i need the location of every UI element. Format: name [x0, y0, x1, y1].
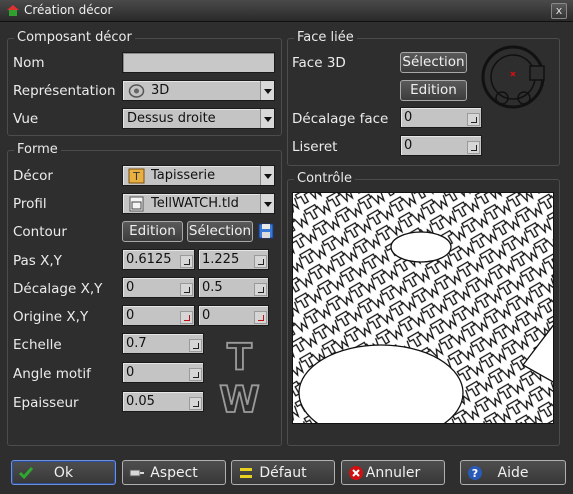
svg-text:W: W: [219, 378, 259, 419]
decalage-face-value: 0: [404, 110, 413, 125]
tapisserie-icon: T: [128, 168, 145, 184]
aspect-button[interactable]: Aspect: [122, 460, 226, 485]
decalage-y-value: 0.5: [202, 280, 223, 295]
chevron-down-icon[interactable]: [260, 194, 274, 213]
preview-pattern: [293, 193, 553, 423]
logo-letter-w: W: [219, 378, 259, 419]
app-icon: [7, 5, 19, 16]
face3d-label: Face 3D: [292, 55, 346, 71]
origine-x-value: 0: [126, 308, 135, 323]
expand-icon[interactable]: [180, 283, 193, 296]
expand-icon[interactable]: [254, 255, 267, 268]
face-preview-icon: [481, 45, 545, 109]
angle-label: Angle motif: [13, 366, 91, 382]
decalage-xy-label: Décalage X,Y: [13, 281, 103, 297]
chevron-down-icon[interactable]: [260, 166, 274, 185]
expand-icon[interactable]: [467, 141, 480, 154]
face-edition-button[interactable]: Edition: [400, 80, 467, 101]
representation-select[interactable]: 3D: [122, 80, 275, 101]
chevron-down-icon[interactable]: [260, 109, 274, 128]
svg-text:T: T: [227, 336, 252, 379]
expand-icon[interactable]: [254, 311, 267, 324]
liseret-value: 0: [404, 138, 413, 153]
epaisseur-label: Epaisseur: [13, 395, 79, 411]
angle-value: 0: [126, 365, 135, 380]
forme-legend: Forme: [14, 142, 61, 158]
profil-select[interactable]: TellWATCH.tld: [122, 193, 275, 214]
vue-label: Vue: [13, 111, 39, 127]
angle-input[interactable]: 0: [122, 362, 204, 383]
chevron-down-icon[interactable]: [260, 81, 274, 100]
save-icon[interactable]: [258, 223, 274, 239]
liseret-input[interactable]: 0: [400, 135, 482, 156]
window-title: Création décor: [24, 3, 113, 17]
expand-icon[interactable]: [254, 283, 267, 296]
expand-icon[interactable]: [180, 311, 193, 324]
pas-x-input[interactable]: 0.6125: [122, 249, 195, 270]
pas-x-value: 0.6125: [126, 252, 172, 267]
decalage-y-input[interactable]: 0.5: [198, 277, 269, 298]
origine-y-value: 0: [202, 308, 211, 323]
ok-label: Ok: [53, 465, 74, 481]
nom-input[interactable]: [122, 52, 275, 73]
pas-label: Pas X,Y: [13, 253, 62, 269]
profil-label: Profil: [13, 196, 47, 212]
epaisseur-value: 0.05: [126, 394, 155, 409]
logo-letter-t: T: [227, 336, 252, 379]
decalage-x-value: 0: [126, 280, 135, 295]
profil-icon: [129, 196, 144, 212]
aide-label: Aide: [497, 465, 529, 481]
decor-preview: [292, 192, 554, 424]
defaut-label: Défaut: [259, 465, 307, 481]
pas-y-input[interactable]: 1.225: [198, 249, 269, 270]
close-icon[interactable]: x: [551, 3, 567, 19]
contour-label: Contour: [13, 224, 67, 240]
vue-select[interactable]: Dessus droite: [122, 108, 275, 129]
origine-label: Origine X,Y: [13, 309, 89, 325]
representation-value: 3D: [151, 83, 170, 98]
decor-label: Décor: [13, 168, 53, 184]
contour-edition-button[interactable]: Edition: [122, 221, 183, 242]
defaut-button[interactable]: Défaut: [231, 460, 335, 485]
profil-value: TellWATCH.tld: [151, 196, 239, 211]
origine-y-input[interactable]: 0: [198, 305, 269, 326]
contour-selection-button[interactable]: Sélection: [187, 221, 253, 242]
decalage-face-label: Décalage face: [292, 111, 389, 127]
decalage-x-input[interactable]: 0: [122, 277, 195, 298]
pas-y-value: 1.225: [202, 252, 240, 267]
composant-legend: Composant décor: [14, 30, 135, 46]
3d-icon: [128, 84, 145, 98]
echelle-input[interactable]: 0.7: [122, 333, 204, 354]
decalage-face-input[interactable]: 0: [400, 107, 482, 128]
origine-x-input[interactable]: 0: [122, 305, 195, 326]
ok-button[interactable]: Ok: [11, 460, 116, 485]
expand-icon[interactable]: [180, 255, 193, 268]
aide-button[interactable]: ? Aide: [460, 460, 566, 485]
nom-label: Nom: [13, 55, 45, 71]
epaisseur-input[interactable]: 0.05: [122, 391, 204, 412]
annuler-label: Annuler: [365, 465, 421, 481]
expand-icon[interactable]: [467, 113, 480, 126]
decor-select[interactable]: T Tapisserie: [122, 165, 275, 186]
annuler-button[interactable]: Annuler: [341, 460, 445, 485]
decor-value: Tapisserie: [151, 168, 216, 183]
title-bar: Création décor x: [0, 0, 573, 22]
face-selection-button[interactable]: Sélection: [400, 52, 467, 73]
expand-icon[interactable]: [189, 339, 202, 352]
tw-profile-logo: T W: [218, 335, 260, 419]
echelle-label: Echelle: [13, 337, 62, 353]
face-legend: Face liée: [294, 30, 357, 46]
controle-legend: Contrôle: [294, 171, 355, 187]
liseret-label: Liseret: [292, 139, 338, 155]
svg-text:T: T: [132, 170, 140, 183]
echelle-value: 0.7: [126, 336, 147, 351]
expand-icon[interactable]: [189, 397, 202, 410]
vue-value: Dessus droite: [127, 111, 216, 126]
representation-label: Représentation: [13, 83, 116, 99]
aspect-label: Aspect: [150, 465, 198, 481]
expand-icon[interactable]: [189, 368, 202, 381]
